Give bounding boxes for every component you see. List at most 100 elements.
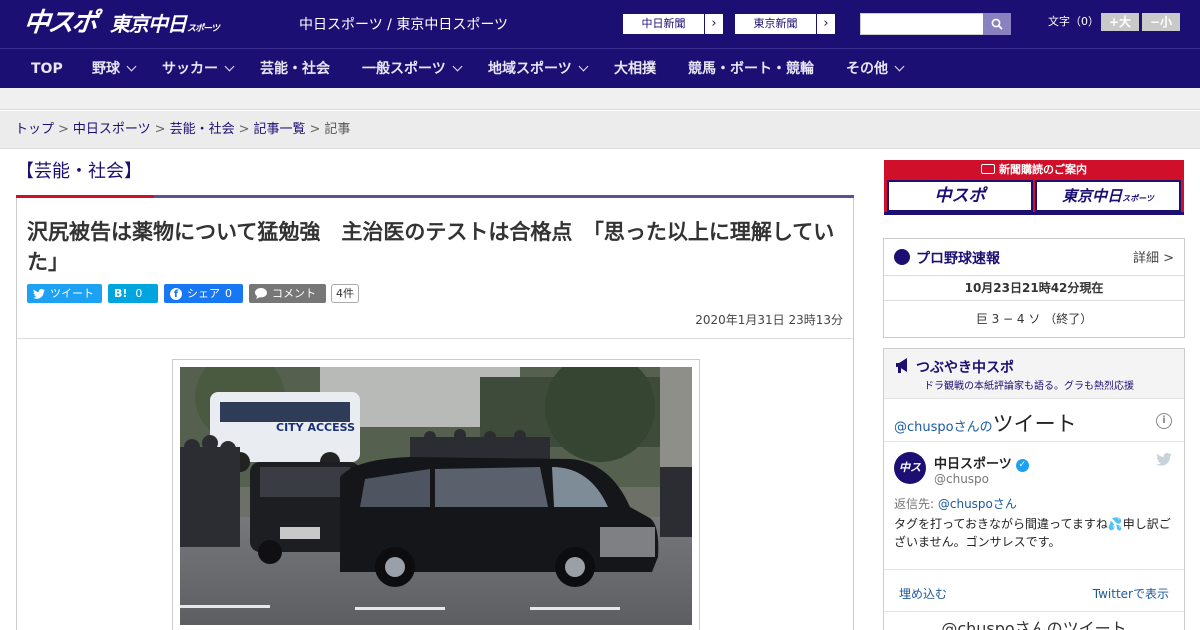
font-large-button[interactable]: +大 — [1101, 13, 1139, 31]
font-size-label: 文字（0） — [1048, 15, 1099, 28]
view-on-twitter-link[interactable]: Twitterで表示 — [1093, 585, 1169, 602]
twitter-widget-subtitle: ドラ観戦の本紙評論家も語る。グラも熱烈応援 — [924, 381, 1134, 392]
chevron-down-icon — [224, 61, 235, 72]
nav-item-sumo[interactable]: 大相撲 — [614, 49, 656, 89]
baseball-detail-link[interactable]: 詳細 > — [1133, 247, 1174, 266]
subscribe-tokyo-chunichi-logo[interactable]: 東京中日スポーツ — [1035, 180, 1181, 212]
tweets-by-heading[interactable]: @chuspoさんのツイート — [894, 408, 1077, 438]
font-small-button[interactable]: −小 — [1142, 13, 1180, 31]
tweet-account-name-text: 中日スポーツ — [934, 457, 1012, 472]
tweet-label: ツイート — [50, 287, 94, 300]
article-photo[interactable]: CITY ACCESS — [180, 367, 692, 625]
breadcrumb-separator: > — [154, 122, 166, 137]
breadcrumb-separator: > — [238, 122, 250, 137]
tweet-share-button[interactable]: ツイート — [27, 284, 102, 303]
chevron-right-icon: › — [711, 16, 717, 31]
article-photo-frame: CITY ACCESS — [172, 359, 700, 630]
baseball-icon — [894, 249, 910, 265]
tweet-account-handle[interactable]: @chuspo — [934, 472, 989, 486]
nav-item-entertainment[interactable]: 芸能・社会 — [260, 49, 330, 89]
facebook-share-button[interactable]: f シェア 0 — [164, 284, 243, 303]
nav-item-racing[interactable]: 競馬・ボート・競輪 — [688, 49, 814, 89]
tokyo-shimbun-label: 東京新聞 — [735, 14, 817, 34]
tokyo-logo-sub: スポーツ — [187, 24, 220, 34]
subscription-banner[interactable]: 新聞購読のご案内 中スポ 東京中日スポーツ — [884, 160, 1184, 215]
baseball-update-time: 10月23日21時42分現在 — [884, 276, 1184, 301]
nav-item-local-sports[interactable]: 地域スポーツ — [488, 49, 589, 89]
twitter-widget: つぶやき中スポ ドラ観戦の本紙評論家も語る。グラも熱烈応援 @chuspoさんの… — [883, 348, 1185, 630]
facebook-icon: f — [170, 287, 182, 300]
tweets-by-handle: @chuspoさんの — [894, 420, 993, 435]
header-spacer — [0, 88, 1200, 110]
nav-label: 大相撲 — [614, 61, 656, 77]
subscribe-chuspo-logo[interactable]: 中スポ — [887, 180, 1033, 212]
chuspo-logo[interactable]: 中スポ — [22, 8, 97, 38]
nav-item-soccer[interactable]: サッカー — [162, 49, 235, 89]
tweet-divider — [884, 611, 1184, 612]
photo-illustration: CITY ACCESS — [180, 367, 692, 625]
verified-badge-icon: ✓ — [1015, 459, 1029, 472]
nav-item-top[interactable]: TOP — [31, 49, 63, 89]
subscription-band — [884, 212, 1184, 215]
facebook-share-label: シェア — [187, 287, 220, 300]
article-divider — [17, 338, 853, 339]
tokyo-shimbun-link[interactable]: 東京新聞 › — [734, 13, 836, 35]
nav-label: 地域スポーツ — [488, 61, 572, 77]
embed-link[interactable]: 埋め込む — [899, 585, 947, 602]
tweet-account-name[interactable]: 中日スポーツ ✓ — [934, 453, 1029, 472]
hatena-bookmark-button[interactable]: B! 0 — [108, 284, 158, 303]
search-input[interactable] — [860, 13, 984, 35]
tweet-reply-handle[interactable]: @chuspoさん — [938, 497, 1017, 511]
megaphone-icon — [896, 358, 907, 373]
breadcrumb-link-article-list[interactable]: 記事一覧 — [254, 122, 306, 137]
nav-label: 野球 — [92, 61, 120, 77]
chevron-right-icon: › — [823, 16, 829, 31]
nav-item-baseball[interactable]: 野球 — [92, 49, 137, 89]
tokyo-logo-text: 東京中日 — [110, 12, 187, 36]
nav-label: その他 — [846, 61, 888, 77]
comment-label: コメント — [272, 287, 316, 300]
nav-label: 芸能・社会 — [260, 61, 330, 77]
nav-item-general-sports[interactable]: 一般スポーツ — [362, 49, 463, 89]
breadcrumb-link-chunichi-sports[interactable]: 中日スポーツ — [73, 122, 151, 137]
facebook-share-count: 0 — [225, 287, 232, 300]
chunichi-shimbun-link[interactable]: 中日新聞 › — [622, 13, 724, 35]
breadcrumb-bar: トップ > 中日スポーツ > 芸能・社会 > 記事一覧 > 記事 — [0, 111, 1200, 149]
subscription-header: 新聞購読のご案内 — [884, 162, 1184, 178]
nav-item-other[interactable]: その他 — [846, 49, 905, 89]
tweet-reply-prefix: 返信先: — [894, 497, 938, 511]
breadcrumb-link-top[interactable]: トップ — [15, 122, 54, 137]
category-label[interactable]: 【芸能・社会】 — [16, 160, 142, 184]
breadcrumb-separator: > — [58, 122, 69, 137]
nav-label: サッカー — [162, 61, 218, 77]
breadcrumb-link-entertainment[interactable]: 芸能・社会 — [170, 122, 235, 137]
baseball-score[interactable]: 巨 3 − 4 ソ （終了） — [884, 311, 1184, 327]
tweet-text: タグを打っておきながら間違ってますね💦申し訳ございません。ゴンサレスです。 — [894, 517, 1171, 549]
twitter-widget-header: つぶやき中スポ ドラ観戦の本紙評論家も語る。グラも熱烈応援 — [884, 349, 1184, 399]
nav-label: 一般スポーツ — [362, 61, 446, 77]
tweets-by-label: ツイート — [992, 412, 1077, 436]
breadcrumb-separator: > — [309, 122, 321, 137]
more-tweets-heading[interactable]: @chuspoさんのツイート — [884, 615, 1184, 630]
avatar[interactable]: 中スポ — [894, 452, 926, 506]
tweet-divider — [884, 441, 1184, 442]
site-tagline: 中日スポーツ / 東京中日スポーツ — [299, 17, 509, 33]
info-icon[interactable]: i — [1156, 413, 1172, 429]
baseball-widget: プロ野球速報 詳細 > 10月23日21時42分現在 巨 3 − 4 ソ （終了… — [883, 238, 1185, 338]
nav-label: TOP — [31, 61, 63, 77]
chevron-down-icon — [894, 61, 905, 72]
article-card: 沢尻被告は薬物について猛勉強 主治医のテストは合格点 「思った以上に理解していた… — [16, 198, 854, 630]
comment-count-badge: 4件 — [331, 284, 359, 303]
baseball-widget-header: プロ野球速報 詳細 > — [884, 239, 1184, 276]
newspaper-icon — [981, 164, 995, 174]
tweet-reply-to: 返信先: @chuspoさん — [894, 495, 1017, 512]
tweet-divider — [884, 569, 1184, 570]
tokyo-chunichi-logo[interactable]: 東京中日スポーツ — [110, 12, 220, 41]
twitter-bird-icon[interactable] — [1156, 453, 1172, 466]
search-button[interactable] — [983, 13, 1011, 35]
comment-button[interactable]: コメント — [249, 284, 326, 303]
search-icon — [991, 18, 1003, 30]
hatena-count: 0 — [135, 287, 143, 300]
bus-sign-text: CITY ACCESS — [276, 421, 355, 434]
subscription-header-label: 新聞購読のご案内 — [999, 163, 1087, 176]
